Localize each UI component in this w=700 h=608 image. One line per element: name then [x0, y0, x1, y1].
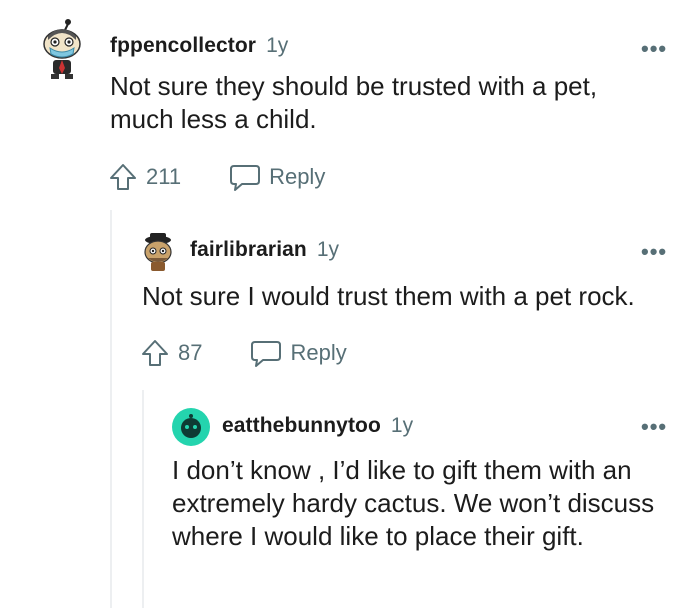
vote-count: 87 [178, 340, 203, 365]
comment-bubble-icon [251, 341, 282, 367]
more-options-button[interactable]: ••• [641, 241, 667, 263]
comment-age: 1y [390, 414, 414, 437]
reply-label: Reply [290, 340, 347, 365]
comment-age: 1y [266, 34, 289, 57]
comment-text: I don’t know , I’d like to gift them wit… [172, 455, 655, 551]
comment-meta: fppencollector 1y [110, 34, 288, 58]
comment-meta: fairlibrarian 1y [190, 238, 339, 262]
more-options-button[interactable]: ••• [641, 416, 667, 438]
comment: eatthebunnytoo 1y ••• I don’t know , I’d… [0, 390, 700, 608]
comment-age: 1y [316, 238, 340, 261]
comment-text: Not sure they should be trusted with a p… [110, 71, 598, 134]
upvote-arrow-icon[interactable] [108, 162, 138, 192]
snoo-avatar-icon[interactable] [142, 232, 174, 272]
vote-count: 211 [146, 164, 182, 189]
comment-bubble-icon [230, 165, 261, 191]
reply-button[interactable]: Reply [229, 162, 325, 192]
upvote-arrow-icon[interactable] [140, 338, 170, 368]
reply-button[interactable]: Reply [250, 338, 347, 368]
comment-text: Not sure I would trust them with a pet r… [142, 281, 635, 311]
comment: fppencollector 1y ••• Not sure they shou… [0, 0, 700, 210]
upvote-control[interactable]: 211 [108, 162, 181, 192]
more-options-button[interactable]: ••• [641, 38, 667, 60]
comment-actions: 211 Reply [108, 162, 325, 192]
default-avatar-icon[interactable] [172, 408, 210, 446]
reply-label: Reply [269, 164, 326, 189]
username[interactable]: eatthebunnytoo [222, 414, 381, 438]
comment-actions: 87 Reply [140, 338, 347, 368]
username[interactable]: fairlibrarian [190, 238, 307, 262]
upvote-control[interactable]: 87 [140, 338, 202, 368]
comment: fairlibrarian 1y ••• Not sure I would tr… [0, 210, 700, 390]
snoo-avatar-icon[interactable] [38, 18, 86, 79]
comment-meta: eatthebunnytoo 1y [222, 414, 413, 438]
username[interactable]: fppencollector [110, 34, 256, 58]
